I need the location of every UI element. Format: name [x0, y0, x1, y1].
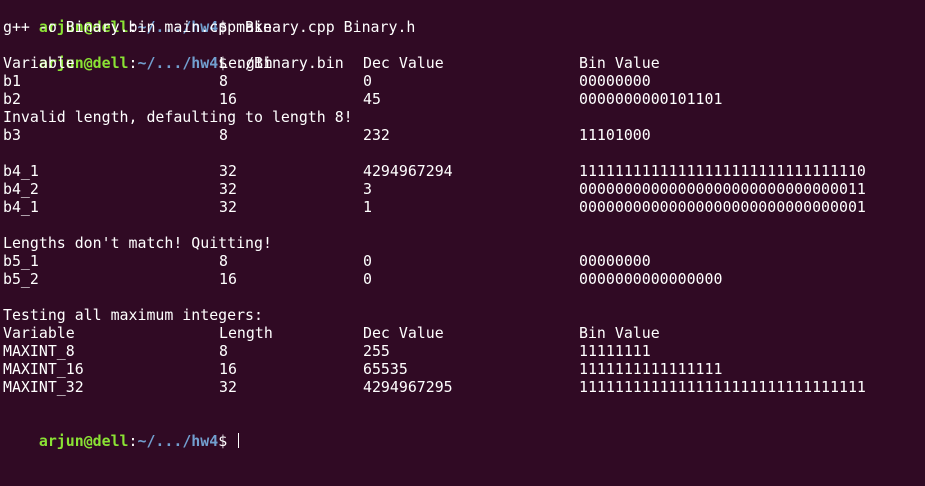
table-row: MAXINT_32 32 4294967295 1111111111111111…	[3, 378, 925, 396]
header-bin-value: Bin Value	[579, 54, 660, 72]
table-row: b1 8 0 00000000	[3, 72, 925, 90]
header-variable: Variable	[3, 54, 75, 72]
cell-dec-value: 45	[363, 90, 381, 108]
header-bin-value: Bin Value	[579, 324, 660, 342]
cell-dec-value: 0	[363, 270, 372, 288]
prompt-line-active[interactable]: arjun@dell:~/.../hw4$	[3, 414, 925, 450]
cell-variable: b2	[3, 90, 21, 108]
cell-dec-value: 232	[363, 126, 390, 144]
cell-variable: b4_1	[3, 198, 39, 216]
cell-bin-value: 11101000	[579, 126, 651, 144]
cell-dec-value: 4294967295	[363, 378, 453, 396]
prompt-line-run: arjun@dell:~/.../hw4$ ./Binary.bin	[3, 36, 925, 72]
cell-variable: b4_2	[3, 180, 39, 198]
cell-bin-value: 00000000000000000000000000000001	[579, 198, 866, 216]
table-row: b4_1 32 4294967294 111111111111111111111…	[3, 162, 925, 180]
prompt-symbol: $	[218, 432, 237, 450]
cell-dec-value: 0	[363, 252, 372, 270]
cell-length: 32	[219, 162, 237, 180]
prompt-user-host: arjun@dell	[38, 432, 129, 450]
cell-length: 32	[219, 378, 237, 396]
output-line: Testing all maximum integers:	[3, 306, 925, 324]
prompt-path: ~/.../hw4	[137, 432, 219, 450]
cell-length: 16	[219, 90, 237, 108]
compile-output: g++ -o Binary.bin main.cpp Binary.cpp Bi…	[3, 18, 416, 36]
terminal-window[interactable]: arjun@dell:~/.../hw4$ make g++ -o Binary…	[0, 0, 925, 450]
prompt-separator: :	[128, 432, 138, 450]
maxint-test-message: Testing all maximum integers:	[3, 306, 263, 324]
cell-dec-value: 3	[363, 180, 372, 198]
header-variable: Variable	[3, 324, 75, 342]
header-dec-value: Dec Value	[363, 54, 444, 72]
output-line: Invalid length, defaulting to length 8!	[3, 108, 925, 126]
table-row: b4_1 32 1 000000000000000000000000000000…	[3, 198, 925, 216]
cell-variable: b3	[3, 126, 21, 144]
cell-variable: b5_2	[3, 270, 39, 288]
table-row: b5_2 16 0 0000000000000000	[3, 270, 925, 288]
cell-bin-value: 1111111111111111	[579, 360, 723, 378]
cell-variable: b4_1	[3, 162, 39, 180]
cell-bin-value: 11111111	[579, 342, 651, 360]
text-cursor[interactable]	[238, 433, 240, 448]
cell-length: 8	[219, 342, 228, 360]
cell-variable: MAXINT_16	[3, 360, 84, 378]
table-header: Variable Length Dec Value Bin Value	[3, 54, 925, 72]
table-row: b3 8 232 11101000	[3, 126, 925, 144]
cell-dec-value: 0	[363, 72, 372, 90]
cell-dec-value: 4294967294	[363, 162, 453, 180]
cell-bin-value: 00000000	[579, 72, 651, 90]
cell-length: 16	[219, 360, 237, 378]
cell-length: 32	[219, 180, 237, 198]
cell-length: 16	[219, 270, 237, 288]
cell-dec-value: 65535	[363, 360, 408, 378]
invalid-length-message: Invalid length, defaulting to length 8!	[3, 108, 353, 126]
output-line: g++ -o Binary.bin main.cpp Binary.cpp Bi…	[3, 18, 925, 36]
cell-variable: MAXINT_32	[3, 378, 84, 396]
length-mismatch-message: Lengths don't match! Quitting!	[3, 234, 272, 252]
table-header: Variable Length Dec Value Bin Value	[3, 324, 925, 342]
cell-length: 8	[219, 252, 228, 270]
prompt-line-make: arjun@dell:~/.../hw4$ make	[3, 0, 925, 36]
output-line: Lengths don't match! Quitting!	[3, 234, 925, 252]
header-length: Length	[219, 324, 273, 342]
table-row: MAXINT_16 16 65535 1111111111111111	[3, 360, 925, 378]
header-length: Length	[219, 54, 273, 72]
table-row: MAXINT_8 8 255 11111111	[3, 342, 925, 360]
cell-bin-value: 00000000	[579, 252, 651, 270]
cell-length: 8	[219, 72, 228, 90]
table-row: b4_2 32 3 000000000000000000000000000000…	[3, 180, 925, 198]
cell-variable: MAXINT_8	[3, 342, 75, 360]
cell-bin-value: 00000000000000000000000000000011	[579, 180, 866, 198]
cell-variable: b5_1	[3, 252, 39, 270]
table-row: b5_1 8 0 00000000	[3, 252, 925, 270]
header-dec-value: Dec Value	[363, 324, 444, 342]
cell-length: 8	[219, 126, 228, 144]
cell-dec-value: 1	[363, 198, 372, 216]
cell-bin-value: 0000000000000000	[579, 270, 723, 288]
cell-bin-value: 0000000000101101	[579, 90, 723, 108]
cell-length: 32	[219, 198, 237, 216]
cell-bin-value: 11111111111111111111111111111111	[579, 378, 866, 396]
cell-bin-value: 11111111111111111111111111111110	[579, 162, 866, 180]
table-row: b2 16 45 0000000000101101	[3, 90, 925, 108]
cell-variable: b1	[3, 72, 21, 90]
cell-dec-value: 255	[363, 342, 390, 360]
